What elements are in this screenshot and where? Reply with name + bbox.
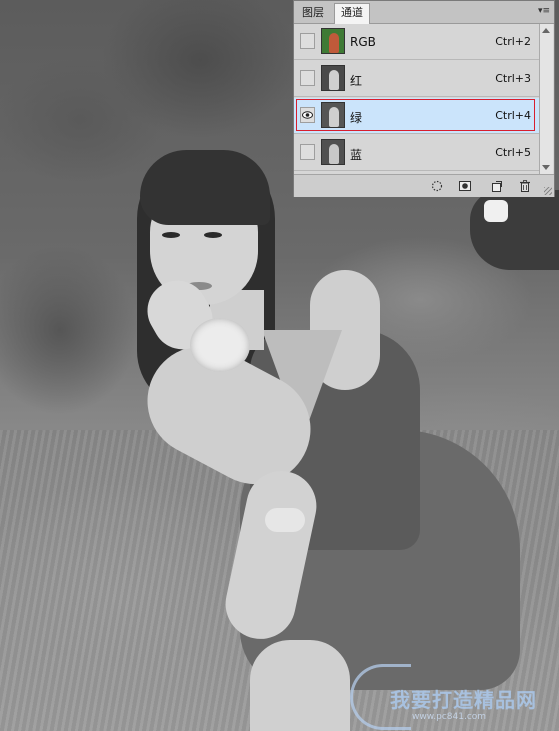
visibility-toggle[interactable] bbox=[300, 70, 315, 86]
channel-list: RGB Ctrl+2 红 Ctrl+3 绿 Ctrl+4 蓝 Ctrl+5 bbox=[294, 24, 539, 172]
background-rock bbox=[470, 190, 559, 270]
visibility-toggle[interactable] bbox=[300, 144, 315, 160]
channel-row-rgb[interactable]: RGB Ctrl+2 bbox=[294, 24, 539, 60]
save-selection-as-channel-button[interactable] bbox=[458, 179, 472, 193]
channel-thumbnail bbox=[321, 139, 345, 165]
channel-thumbnail bbox=[321, 102, 345, 128]
channel-name: 蓝 bbox=[350, 148, 363, 162]
hair-bangs bbox=[140, 150, 270, 225]
channel-name: 绿 bbox=[350, 111, 363, 125]
channel-shortcut: Ctrl+4 bbox=[495, 109, 531, 122]
rock-highlight bbox=[484, 200, 508, 222]
delete-channel-button[interactable] bbox=[518, 179, 532, 193]
channel-list-scrollbar[interactable] bbox=[539, 24, 553, 174]
thumbnail-figure bbox=[329, 107, 339, 127]
left-eye bbox=[162, 232, 180, 238]
wrist-scrunchie bbox=[190, 318, 250, 372]
channel-thumbnail bbox=[321, 65, 345, 91]
thumbnail-figure bbox=[329, 33, 339, 53]
channel-shortcut: Ctrl+2 bbox=[495, 35, 531, 48]
thumbnail-figure bbox=[329, 144, 339, 164]
new-channel-button[interactable] bbox=[490, 179, 504, 193]
scroll-down-arrow-icon[interactable] bbox=[542, 165, 550, 170]
visibility-toggle[interactable] bbox=[300, 33, 315, 49]
mask-icon bbox=[459, 181, 471, 191]
channels-panel: 图层 通道 ▾≡ RGB Ctrl+2 红 Ctrl+3 绿 Ctrl+4 蓝 … bbox=[293, 0, 555, 197]
bracelet bbox=[265, 508, 305, 532]
load-channel-as-selection-button[interactable] bbox=[430, 179, 444, 193]
watermark-text: 我要打造精品网 bbox=[390, 688, 537, 712]
tab-layers[interactable]: 图层 bbox=[296, 4, 330, 22]
channel-thumbnail bbox=[321, 28, 345, 54]
scroll-up-arrow-icon[interactable] bbox=[542, 28, 550, 33]
new-page-icon bbox=[492, 181, 502, 192]
resize-grip-icon[interactable] bbox=[544, 187, 552, 195]
panel-menu-icon[interactable]: ▾≡ bbox=[538, 5, 550, 17]
right-eye bbox=[204, 232, 222, 238]
eye-icon bbox=[302, 111, 313, 119]
channel-name: 红 bbox=[350, 74, 363, 88]
channel-shortcut: Ctrl+3 bbox=[495, 72, 531, 85]
watermark-url: www.pc841.com bbox=[412, 712, 487, 722]
channel-name: RGB bbox=[350, 35, 376, 49]
visibility-toggle[interactable] bbox=[300, 107, 315, 123]
dotted-circle-icon bbox=[431, 180, 443, 192]
channel-row-green[interactable]: 绿 Ctrl+4 bbox=[294, 98, 539, 134]
legs bbox=[250, 640, 350, 731]
thumbnail-figure bbox=[329, 70, 339, 90]
tab-channels[interactable]: 通道 bbox=[334, 3, 370, 24]
trash-icon bbox=[520, 180, 530, 192]
channel-row-red[interactable]: 红 Ctrl+3 bbox=[294, 61, 539, 97]
channel-row-blue[interactable]: 蓝 Ctrl+5 bbox=[294, 135, 539, 171]
channel-shortcut: Ctrl+5 bbox=[495, 146, 531, 159]
site-watermark: 我要打造精品网 www.pc841.com bbox=[350, 660, 559, 731]
panel-tab-bar: 图层 通道 ▾≡ bbox=[294, 1, 554, 24]
panel-footer bbox=[294, 174, 554, 197]
